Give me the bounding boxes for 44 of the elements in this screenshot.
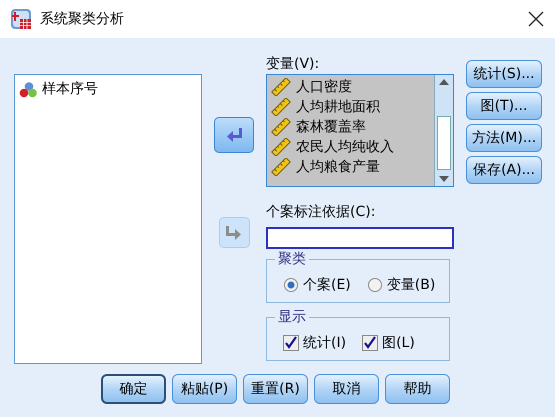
dialog-button[interactable]: 取消	[314, 374, 379, 404]
dialog-button[interactable]: 确定	[101, 374, 166, 404]
group-title: 聚类	[275, 250, 309, 268]
item-label: 农民人均纯收入	[296, 138, 394, 156]
radio-option[interactable]: 变量(B)	[366, 276, 436, 294]
option-label: 图(L)	[382, 334, 415, 352]
list-item[interactable]: 农民人均纯收入	[271, 137, 394, 157]
window-title: 系统聚类分析	[40, 10, 125, 28]
dialog-button[interactable]: 保存(A)...	[466, 156, 542, 184]
dialog-button[interactable]: 图(T)...	[466, 92, 542, 120]
option-label: 个案(E)	[303, 276, 351, 294]
list-item[interactable]: 人均粮食产量	[271, 157, 380, 177]
list-item[interactable]: 森林覆盖率	[271, 117, 366, 137]
group-title: 显示	[275, 308, 309, 326]
case-label-label: 个案标注依据(C):	[266, 203, 376, 222]
variables-label: 变量(V):	[266, 55, 320, 74]
item-label: 人口密度	[296, 78, 352, 96]
case-label-field[interactable]	[266, 227, 454, 249]
item-label: 人均耕地面积	[296, 98, 380, 116]
checkbox-option[interactable]: 统计(I)	[283, 334, 346, 352]
dialog-button[interactable]: 粘贴(P)	[172, 374, 237, 404]
scrollbar[interactable]	[434, 75, 453, 186]
list-item[interactable]: 样本序号	[19, 79, 98, 99]
dialog-button[interactable]: 重置(R)	[243, 374, 308, 404]
dialog-button[interactable]: 方法(M)...	[466, 124, 542, 152]
checkbox-option[interactable]: 图(L)	[362, 334, 415, 352]
option-label: 变量(B)	[386, 276, 436, 294]
move-button[interactable]	[214, 117, 254, 153]
radio-option[interactable]: 个案(E)	[283, 276, 351, 294]
item-label: 样本序号	[42, 80, 98, 98]
option-label: 统计(I)	[303, 334, 346, 352]
dialog-button[interactable]: 统计(S)...	[466, 60, 542, 88]
nominal-variable-icon	[19, 80, 37, 98]
arrow-left-icon	[226, 127, 242, 143]
list-item[interactable]: 人均耕地面积	[271, 97, 380, 117]
arrow-right-icon	[226, 224, 242, 240]
dialog-button[interactable]: 帮助	[385, 374, 450, 404]
scroll-up-icon	[437, 77, 451, 87]
item-label: 森林覆盖率	[296, 118, 366, 136]
list-item[interactable]: 人口密度	[271, 77, 352, 97]
scroll-down-icon	[437, 174, 451, 184]
close-icon[interactable]	[527, 10, 545, 28]
item-label: 人均粮食产量	[296, 158, 380, 176]
app-icon	[10, 8, 32, 30]
